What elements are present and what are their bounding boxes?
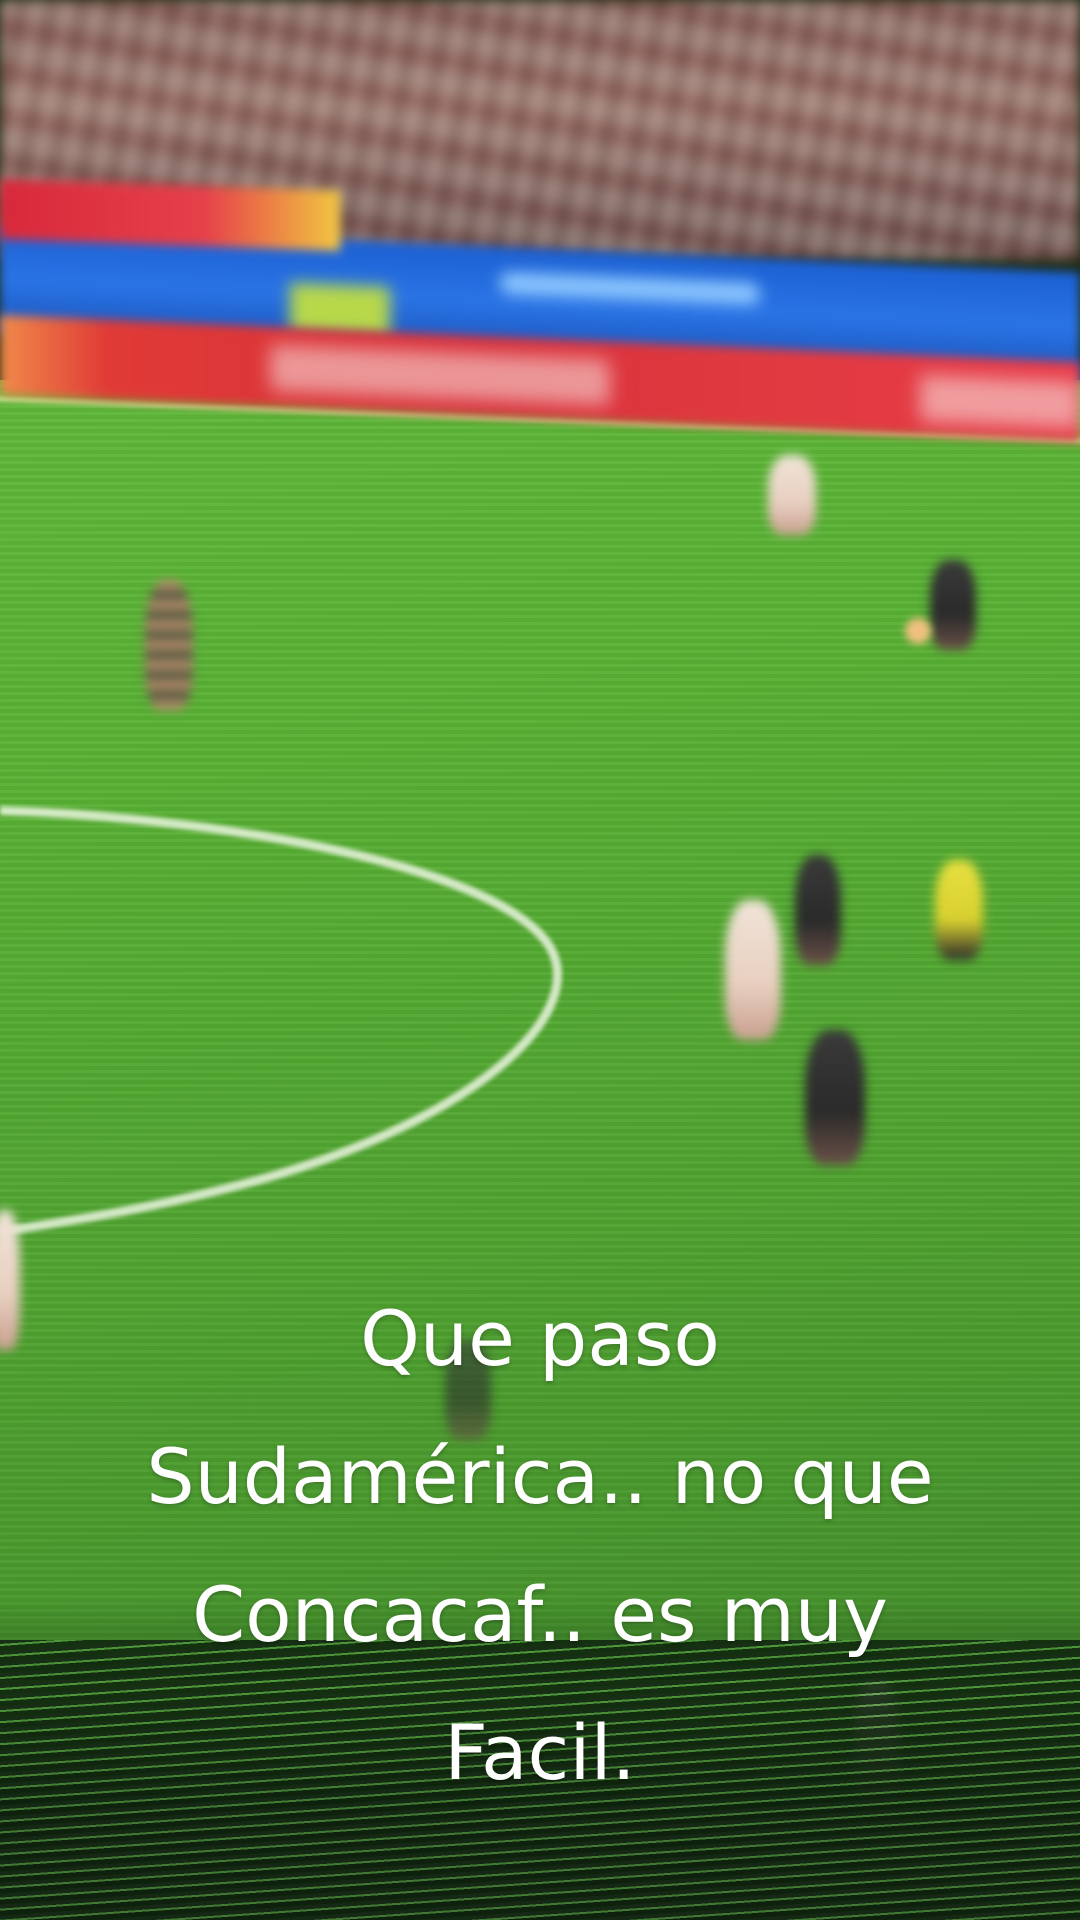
player-dark-center xyxy=(795,855,841,965)
ball xyxy=(905,618,931,644)
caption-text: Que paso Sudamérica.. no que Concacaf.. … xyxy=(40,1270,1040,1822)
video-frame: Que paso Sudamérica.. no que Concacaf.. … xyxy=(0,0,1080,1920)
caption-line: Concacaf.. es muy xyxy=(192,1570,888,1659)
player-striped-left xyxy=(145,580,193,710)
caption-line: Sudamérica.. no que xyxy=(146,1432,934,1521)
referee-yellow xyxy=(935,860,983,960)
player-white-center xyxy=(725,900,781,1040)
caption-line: Facil. xyxy=(444,1708,636,1797)
player-white-top xyxy=(768,455,816,535)
player-dark-right xyxy=(930,560,976,650)
player-white-edge xyxy=(0,1210,20,1350)
player-dark-lower xyxy=(805,1030,865,1165)
caption-line: Que paso xyxy=(360,1294,720,1383)
